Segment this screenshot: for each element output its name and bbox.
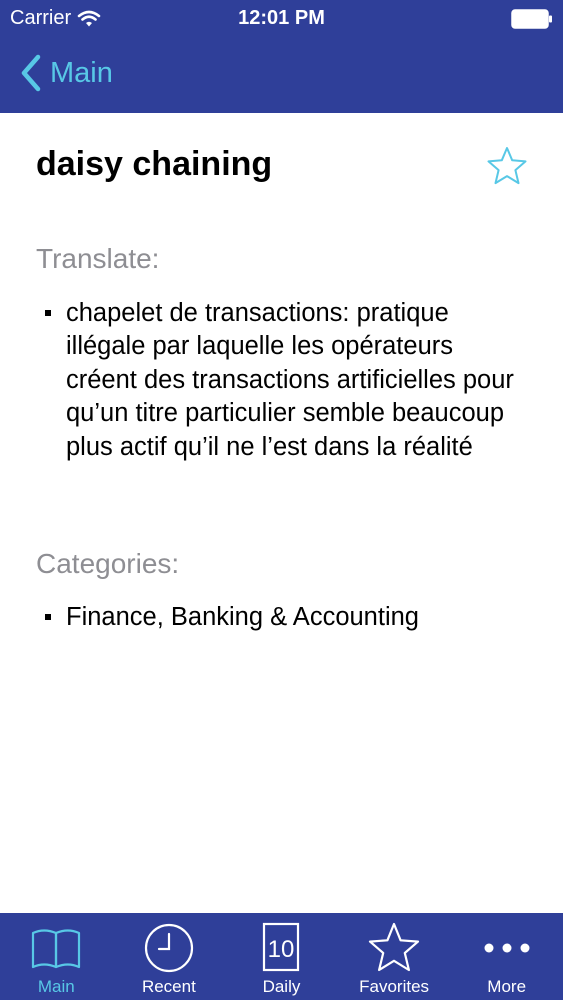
calendar-badge: 10: [268, 936, 295, 963]
entry-content: daisy chaining Translate: chapelet de tr…: [0, 113, 563, 913]
chevron-left-icon: [21, 54, 41, 92]
translation-item: chapelet de transactions: pratique illég…: [36, 297, 526, 464]
back-label: Main: [50, 56, 113, 89]
translation-text: chapelet de transactions: pratique illég…: [66, 299, 514, 461]
tab-favorites[interactable]: Favorites: [338, 913, 451, 1000]
book-icon: [32, 929, 81, 969]
tab-recent[interactable]: Recent: [113, 913, 226, 1000]
tab-label: Daily: [262, 977, 301, 996]
favorite-star-icon[interactable]: [486, 145, 528, 187]
calendar-icon: 10: [263, 922, 300, 972]
translate-heading: Translate:: [36, 243, 160, 274]
tab-label: Main: [37, 977, 75, 996]
nav-bar: Main: [0, 40, 563, 113]
tab-more[interactable]: More: [450, 913, 563, 1000]
tab-daily[interactable]: 10 Daily: [225, 913, 338, 1000]
tab-label: Recent: [141, 977, 196, 996]
tab-label: More: [487, 977, 527, 996]
screen: Carrier 12:01 PM Main daisy chaining Tra…: [0, 0, 563, 1000]
back-button[interactable]: Main: [20, 54, 113, 92]
bullet-icon: [45, 614, 51, 620]
bullet-icon: [45, 310, 51, 316]
battery-icon: [511, 9, 552, 29]
categories-heading: Categories:: [36, 548, 180, 579]
translation-list: chapelet de transactions: pratique illég…: [36, 297, 526, 464]
star-icon: [368, 922, 420, 972]
category-item: Finance, Banking & Accounting: [36, 601, 526, 634]
status-bar: Carrier 12:01 PM: [0, 0, 563, 40]
more-icon: [484, 943, 530, 953]
category-text: Finance, Banking & Accounting: [66, 603, 419, 631]
term-title: daisy chaining: [36, 145, 273, 183]
category-list: Finance, Banking & Accounting: [36, 601, 526, 634]
header: Carrier 12:01 PM Main: [0, 0, 563, 113]
clock-icon: [144, 923, 193, 973]
tab-bar: Main Recent 10 Daily Favorites More: [0, 913, 563, 1000]
tab-label: Favorites: [359, 977, 430, 996]
status-time: 12:01 PM: [238, 7, 325, 29]
tab-main[interactable]: Main: [0, 913, 113, 1000]
